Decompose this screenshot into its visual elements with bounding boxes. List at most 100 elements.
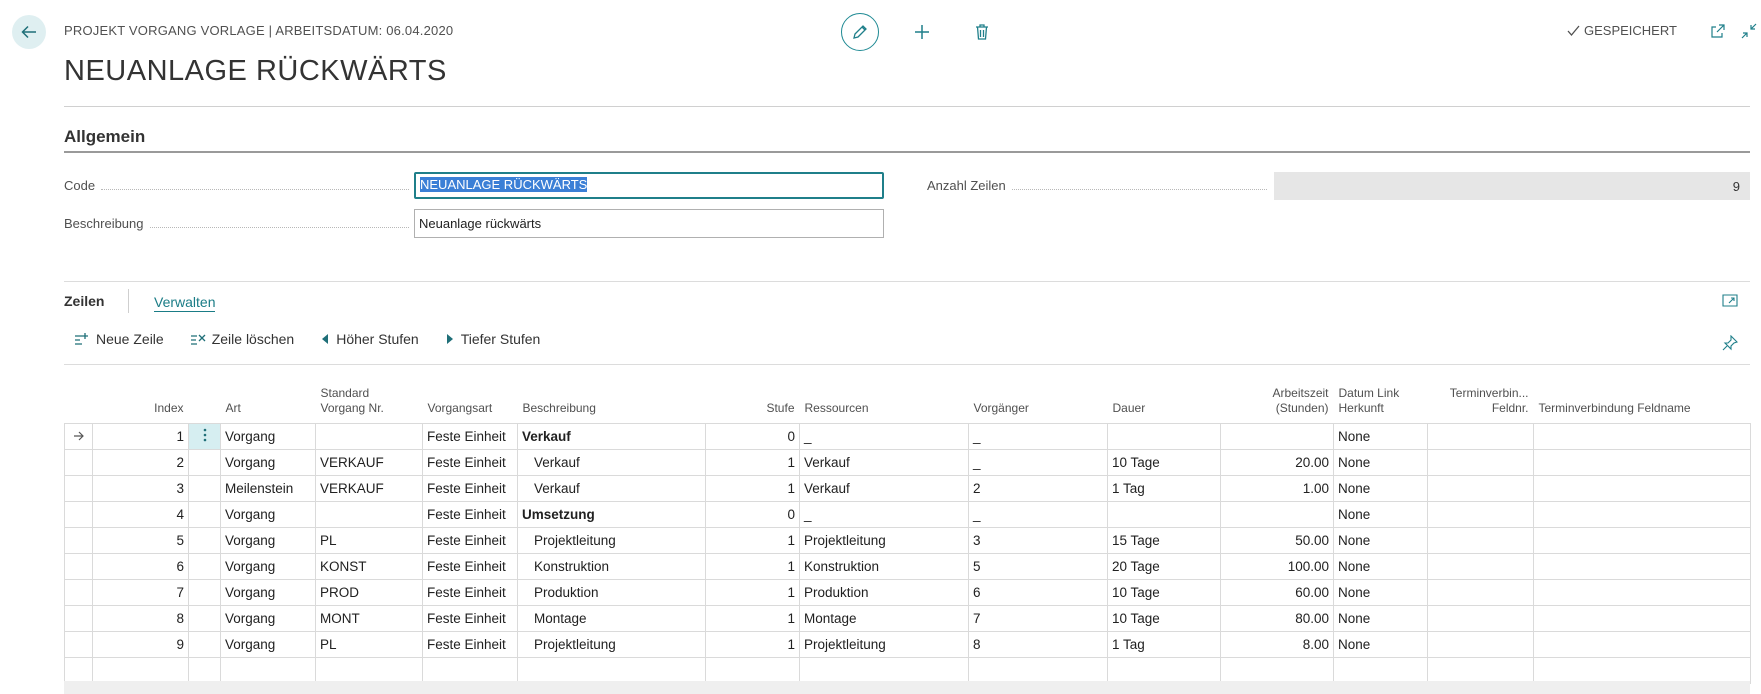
cell-menu[interactable] (188, 501, 221, 528)
cell-ressourcen[interactable]: Montage (799, 605, 969, 632)
cell-vorgaenger[interactable]: 5 (968, 553, 1108, 580)
cell-index[interactable]: 3 (92, 475, 189, 502)
cell-vorgaenger[interactable]: 2 (968, 475, 1108, 502)
cell-datum-link[interactable]: None (1333, 423, 1428, 450)
cell-vorgaenger[interactable] (968, 657, 1108, 684)
column-header-vorgaenger[interactable]: Vorgänger (969, 380, 1108, 424)
row-selector[interactable] (64, 605, 93, 632)
cell-dauer[interactable]: 10 Tage (1107, 579, 1221, 606)
cell-menu[interactable] (188, 449, 221, 476)
new-button[interactable] (908, 18, 936, 46)
table-row[interactable]: 5 Vorgang PL Feste Einheit Projektleitung 1 Pr… (64, 527, 1751, 554)
table-row[interactable]: 2 Vorgang VERKAUF Feste Einheit Verkauf 1 Verk… (64, 449, 1751, 476)
row-selector[interactable] (64, 657, 93, 684)
cell-standard[interactable]: KONST (315, 553, 423, 580)
cell-feldname[interactable] (1533, 631, 1751, 658)
cell-datum-link[interactable]: None (1333, 579, 1428, 606)
cell-vorgaenger[interactable]: _ (968, 423, 1108, 450)
cell-art[interactable] (220, 657, 316, 684)
cell-arbeitszeit[interactable]: 100.00 (1220, 553, 1334, 580)
open-new-window-button[interactable] (1707, 20, 1729, 42)
column-header-ressourcen[interactable]: Ressourcen (800, 380, 969, 424)
cell-vorgangsart[interactable]: Feste Einheit (422, 475, 518, 502)
cell-vorgangsart[interactable]: Feste Einheit (422, 553, 518, 580)
cell-vorgaenger[interactable]: _ (968, 449, 1108, 476)
cell-menu[interactable] (188, 475, 221, 502)
cell-menu[interactable] (188, 605, 221, 632)
cell-feldnr[interactable] (1427, 657, 1534, 684)
cell-ressourcen[interactable]: _ (799, 423, 969, 450)
cell-vorgaenger[interactable]: 7 (968, 605, 1108, 632)
cell-index[interactable]: 1 (92, 423, 189, 450)
cell-stufe[interactable]: 1 (705, 475, 800, 502)
cell-feldname[interactable] (1533, 501, 1751, 528)
cell-standard[interactable]: PROD (315, 579, 423, 606)
column-header-art[interactable]: Art (221, 380, 316, 424)
cell-feldnr[interactable] (1427, 631, 1534, 658)
cell-datum-link[interactable]: None (1333, 449, 1428, 476)
cell-datum-link[interactable]: None (1333, 527, 1428, 554)
row-selector[interactable] (64, 553, 93, 580)
cell-stufe[interactable]: 1 (705, 527, 800, 554)
cell-datum-link[interactable]: None (1333, 631, 1428, 658)
cell-beschreibung[interactable]: Verkauf (517, 449, 706, 476)
cell-ressourcen[interactable]: Projektleitung (799, 527, 969, 554)
cell-beschreibung[interactable]: Montage (517, 605, 706, 632)
cell-feldname[interactable] (1533, 657, 1751, 684)
cell-vorgangsart[interactable]: Feste Einheit (422, 527, 518, 554)
cell-stufe[interactable] (705, 657, 800, 684)
cell-feldnr[interactable] (1427, 449, 1534, 476)
cell-feldname[interactable] (1533, 449, 1751, 476)
row-selector[interactable] (64, 579, 93, 606)
column-header-arbeitszeit[interactable]: Arbeitszeit (Stunden) (1221, 380, 1334, 424)
cell-arbeitszeit[interactable]: 50.00 (1220, 527, 1334, 554)
cell-datum-link[interactable]: None (1333, 501, 1428, 528)
cell-datum-link[interactable]: None (1333, 605, 1428, 632)
cell-stufe[interactable]: 1 (705, 579, 800, 606)
cell-arbeitszeit[interactable]: 80.00 (1220, 605, 1334, 632)
demote-button[interactable]: Tiefer Stufen (445, 331, 540, 347)
cell-ressourcen[interactable]: Verkauf (799, 475, 969, 502)
cell-vorgaenger[interactable]: 3 (968, 527, 1108, 554)
cell-art[interactable]: Vorgang (220, 605, 316, 632)
column-header-beschreibung[interactable]: Beschreibung (518, 380, 706, 424)
cell-stufe[interactable]: 0 (705, 501, 800, 528)
cell-menu[interactable] (188, 527, 221, 554)
cell-beschreibung[interactable]: Projektleitung (517, 527, 706, 554)
cell-datum-link[interactable]: None (1333, 475, 1428, 502)
cell-feldnr[interactable] (1427, 605, 1534, 632)
cell-feldname[interactable] (1533, 579, 1751, 606)
cell-feldname[interactable] (1533, 605, 1751, 632)
code-field[interactable]: NEUANLAGE RÜCKWÄRTS (414, 172, 884, 199)
cell-feldnr[interactable] (1427, 553, 1534, 580)
cell-arbeitszeit[interactable] (1220, 423, 1334, 450)
cell-standard[interactable] (315, 423, 423, 450)
cell-stufe[interactable]: 1 (705, 449, 800, 476)
cell-dauer[interactable]: 1 Tag (1107, 475, 1221, 502)
expand-button[interactable] (1720, 290, 1740, 310)
cell-vorgangsart[interactable]: Feste Einheit (422, 579, 518, 606)
cell-dauer[interactable] (1107, 657, 1221, 684)
cell-dauer[interactable]: 10 Tage (1107, 605, 1221, 632)
cell-art[interactable]: Vorgang (220, 553, 316, 580)
cell-feldname[interactable] (1533, 475, 1751, 502)
cell-menu[interactable] (188, 553, 221, 580)
column-header-feldname[interactable]: Terminverbindung Feldname (1534, 380, 1751, 424)
row-selector[interactable] (64, 423, 93, 450)
cell-art[interactable]: Vorgang (220, 527, 316, 554)
cell-beschreibung[interactable]: Umsetzung (517, 501, 706, 528)
table-row-empty[interactable] (64, 657, 1751, 684)
cell-art[interactable]: Vorgang (220, 631, 316, 658)
table-row[interactable]: 7 Vorgang PROD Feste Einheit Produktion 1 Prod… (64, 579, 1751, 606)
cell-beschreibung[interactable]: Verkauf (517, 423, 706, 450)
cell-menu[interactable] (188, 657, 221, 684)
cell-menu[interactable] (188, 423, 221, 450)
cell-art[interactable]: Meilenstein (220, 475, 316, 502)
table-row[interactable]: 6 Vorgang KONST Feste Einheit Konstruktion 1 K… (64, 553, 1751, 580)
cell-vorgangsart[interactable]: Feste Einheit (422, 423, 518, 450)
cell-ressourcen[interactable]: Konstruktion (799, 553, 969, 580)
cell-stufe[interactable]: 1 (705, 553, 800, 580)
cell-vorgangsart[interactable]: Feste Einheit (422, 631, 518, 658)
cell-feldnr[interactable] (1427, 527, 1534, 554)
cell-ressourcen[interactable] (799, 657, 969, 684)
